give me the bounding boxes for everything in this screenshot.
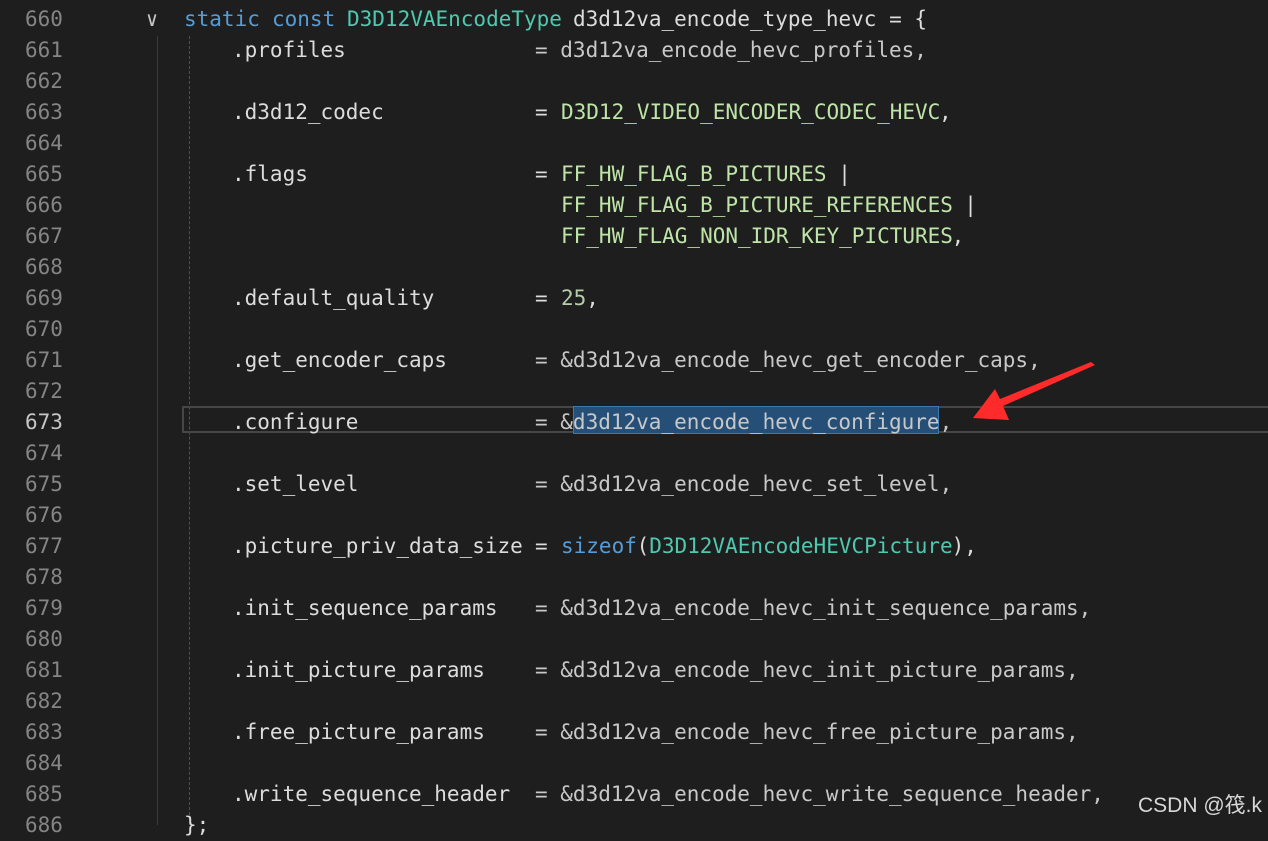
code-line[interactable]: 667 FF_HW_FLAG_NON_IDR_KEY_PICTURES, bbox=[0, 221, 1268, 252]
code-line[interactable]: 660 ∨ static const D3D12VAEncodeType d3d12va_… bbox=[0, 4, 1268, 35]
code-line[interactable]: 669 .default_quality = 25, bbox=[0, 283, 1268, 314]
code-line[interactable]: 662 bbox=[0, 66, 1268, 97]
watermark: CSDN @筏.k bbox=[1138, 794, 1262, 817]
line-number: 665 bbox=[25, 162, 63, 186]
operator: ( bbox=[636, 534, 650, 558]
line-number: 681 bbox=[25, 658, 63, 682]
code-line[interactable]: 670 bbox=[0, 314, 1268, 345]
line-number: 668 bbox=[25, 255, 63, 279]
line-number: 675 bbox=[25, 472, 63, 496]
keyword-sizeof: sizeof bbox=[561, 534, 637, 558]
line-number: 683 bbox=[25, 720, 63, 744]
field-value: = &d3d12va_encode_hevc_get_encoder_caps, bbox=[535, 348, 1041, 372]
line-number: 671 bbox=[25, 348, 63, 372]
line-number: 672 bbox=[25, 379, 63, 403]
operator: = bbox=[535, 286, 548, 310]
line-number: 680 bbox=[25, 627, 63, 651]
struct-field: .configure bbox=[232, 410, 359, 434]
operator: ), bbox=[951, 534, 977, 558]
line-number: 660 bbox=[25, 7, 63, 31]
line-number: 662 bbox=[25, 69, 63, 93]
field-value: = &d3d12va_encode_hevc_set_level, bbox=[535, 472, 953, 496]
line-number: 661 bbox=[25, 38, 63, 62]
field-value: = &d3d12va_encode_hevc_init_sequence_par… bbox=[535, 596, 1092, 620]
operator: = bbox=[535, 100, 548, 124]
code-line[interactable]: 675 .set_level = &d3d12va_encode_hevc_set_… bbox=[0, 469, 1268, 500]
macro-constant: FF_HW_FLAG_B_PICTURE_REFERENCES bbox=[561, 193, 953, 217]
identifier: d3d12va_encode_type_hevc = { bbox=[573, 7, 928, 31]
macro-constant: FF_HW_FLAG_NON_IDR_KEY_PICTURES bbox=[561, 224, 953, 248]
code-line[interactable]: 683 .free_picture_params = &d3d12va_encode… bbox=[0, 717, 1268, 748]
struct-field: .profiles bbox=[232, 38, 346, 62]
type-name: D3D12VAEncodeHEVCPicture bbox=[649, 534, 953, 558]
operator: , bbox=[939, 100, 952, 124]
operator: = bbox=[535, 162, 548, 186]
line-number: 686 bbox=[25, 813, 63, 837]
line-number: 685 bbox=[25, 782, 63, 806]
line-number: 666 bbox=[25, 193, 63, 217]
line-number: 682 bbox=[25, 689, 63, 713]
code-line[interactable]: 674 bbox=[0, 438, 1268, 469]
struct-field: .init_sequence_params bbox=[232, 596, 498, 620]
field-value: = &d3d12va_encode_hevc_init_picture_para… bbox=[535, 658, 1079, 682]
struct-field: .init_picture_params bbox=[232, 658, 485, 682]
line-number: 679 bbox=[25, 596, 63, 620]
line-number: 669 bbox=[25, 286, 63, 310]
code-line[interactable]: 663 .d3d12_codec = D3D12_VIDEO_ENCODER_CODE… bbox=[0, 97, 1268, 128]
code-line[interactable]: 661 .profiles = d3d12va_encode_hevc_profil… bbox=[0, 35, 1268, 66]
operator: | bbox=[825, 162, 851, 186]
line-number: 667 bbox=[25, 224, 63, 248]
code-line[interactable]: 678 bbox=[0, 562, 1268, 593]
struct-field: .flags bbox=[232, 162, 308, 186]
code-line[interactable]: 680 bbox=[0, 624, 1268, 655]
struct-field: .default_quality bbox=[232, 286, 435, 310]
operator: , bbox=[951, 224, 965, 248]
macro-constant: FF_HW_FLAG_B_PICTURES bbox=[561, 162, 827, 186]
number-literal: 25 bbox=[561, 286, 587, 310]
line-number: 676 bbox=[25, 503, 63, 527]
line-number: 678 bbox=[25, 565, 63, 589]
type-name: D3D12VAEncodeType bbox=[347, 7, 562, 31]
code-line[interactable]: 666 FF_HW_FLAG_B_PICTURE_REFERENCES | bbox=[0, 190, 1268, 221]
closing-brace: }; bbox=[184, 813, 210, 837]
code-line[interactable]: 686}; bbox=[0, 810, 1268, 841]
keyword-const: const bbox=[272, 7, 336, 31]
code-line[interactable]: 676 bbox=[0, 500, 1268, 531]
line-number: 684 bbox=[25, 751, 63, 775]
code-line[interactable]: 677 .picture_priv_data_size = sizeof(D3D12V… bbox=[0, 531, 1268, 562]
line-number: 670 bbox=[25, 317, 63, 341]
field-value: = &d3d12va_encode_hevc_free_picture_para… bbox=[535, 720, 1079, 744]
code-line[interactable]: 668 bbox=[0, 252, 1268, 283]
red-arrow-annotation bbox=[973, 362, 1095, 420]
line-number: 664 bbox=[25, 131, 63, 155]
code-line[interactable]: 664 bbox=[0, 128, 1268, 159]
macro-constant: D3D12_VIDEO_ENCODER_CODEC_HEVC bbox=[561, 100, 941, 124]
code-line[interactable]: 665 .flags = FF_HW_FLAG_B_PICTURES | bbox=[0, 159, 1268, 190]
struct-field: .d3d12_codec bbox=[232, 100, 384, 124]
operator: = bbox=[535, 534, 548, 558]
line-number: 663 bbox=[25, 100, 63, 124]
field-value: = d3d12va_encode_hevc_profiles, bbox=[535, 38, 927, 62]
code-editor[interactable]: 660 ∨ static const D3D12VAEncodeType d3d12va_… bbox=[0, 0, 1268, 837]
code-line[interactable]: 682 bbox=[0, 686, 1268, 717]
operator: | bbox=[951, 193, 977, 217]
field-value: = &d3d12va_encode_hevc_configure, bbox=[535, 410, 953, 434]
line-number: 674 bbox=[25, 441, 63, 465]
field-value: = &d3d12va_encode_hevc_write_sequence_he… bbox=[535, 782, 1104, 806]
code-line[interactable]: 679 .init_sequence_params = &d3d12va_encod… bbox=[0, 593, 1268, 624]
operator: , bbox=[586, 286, 599, 310]
struct-field: .picture_priv_data_size bbox=[232, 534, 523, 558]
struct-field: .get_encoder_caps bbox=[232, 348, 447, 372]
chevron-down-icon[interactable]: ∨ bbox=[146, 4, 158, 35]
line-number: 673 bbox=[25, 410, 63, 434]
struct-field: .set_level bbox=[232, 472, 359, 496]
line-number: 677 bbox=[25, 534, 63, 558]
struct-field: .free_picture_params bbox=[232, 720, 485, 744]
code-line[interactable]: 685 .write_sequence_header = &d3d12va_enco… bbox=[0, 779, 1268, 810]
struct-field: .write_sequence_header bbox=[232, 782, 511, 806]
code-line[interactable]: 684 bbox=[0, 748, 1268, 779]
keyword-static: static bbox=[184, 7, 260, 31]
code-line[interactable]: 681 .init_picture_params = &d3d12va_encode… bbox=[0, 655, 1268, 686]
